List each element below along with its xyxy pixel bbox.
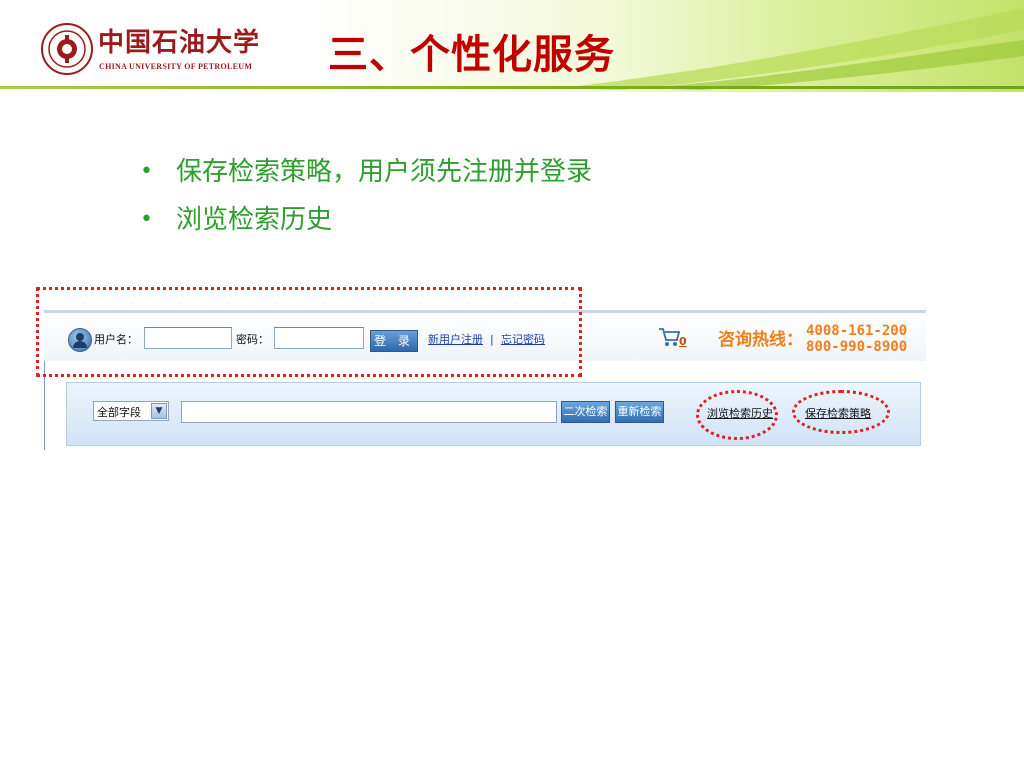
field-select-value: 全部字段 xyxy=(97,406,141,419)
header-divider xyxy=(0,86,1024,89)
bullet-list: • 保存检索策略，用户须先注册并登录 • 浏览检索历史 xyxy=(138,148,592,244)
hotline-numbers: 4008-161-200 800-990-8900 xyxy=(806,323,907,355)
dropdown-arrow-icon[interactable]: ▼ xyxy=(151,403,167,419)
bullet-text: 浏览检索历史 xyxy=(176,205,333,235)
secondary-search-button[interactable]: 二次检索 xyxy=(561,401,610,423)
hotline-label: 咨询热线： xyxy=(718,330,803,350)
cart-count[interactable]: 0 xyxy=(679,335,687,348)
bullet-dot: • xyxy=(140,159,153,184)
cart-icon[interactable] xyxy=(658,326,680,348)
university-seal-icon xyxy=(41,23,93,75)
hotline-number: 4008-161-200 xyxy=(806,323,908,339)
new-search-button[interactable]: 重新检索 xyxy=(615,401,664,423)
history-highlight-ellipse xyxy=(696,390,778,440)
login-highlight-box xyxy=(36,287,582,377)
field-select[interactable]: 全部字段 ▼ xyxy=(93,401,169,421)
bullet-text: 保存检索策略，用户须先注册并登录 xyxy=(176,157,593,187)
bullet-item: • 保存检索策略，用户须先注册并登录 xyxy=(138,148,592,196)
bullet-item: • 浏览检索历史 xyxy=(138,196,592,244)
bullet-dot: • xyxy=(140,207,153,232)
logo-english: CHINA UNIVERSITY OF PETROLEUM xyxy=(99,62,253,71)
hotline-number: 800-990-8900 xyxy=(806,339,908,355)
search-input[interactable] xyxy=(181,401,557,423)
logo-chinese: 中国石油大学 xyxy=(98,28,261,58)
strategy-highlight-ellipse xyxy=(792,390,890,434)
slide-header: 中国石油大学 CHINA UNIVERSITY OF PETROLEUM 三、个… xyxy=(0,0,1024,92)
slide-title: 三、个性化服务 xyxy=(328,32,615,78)
